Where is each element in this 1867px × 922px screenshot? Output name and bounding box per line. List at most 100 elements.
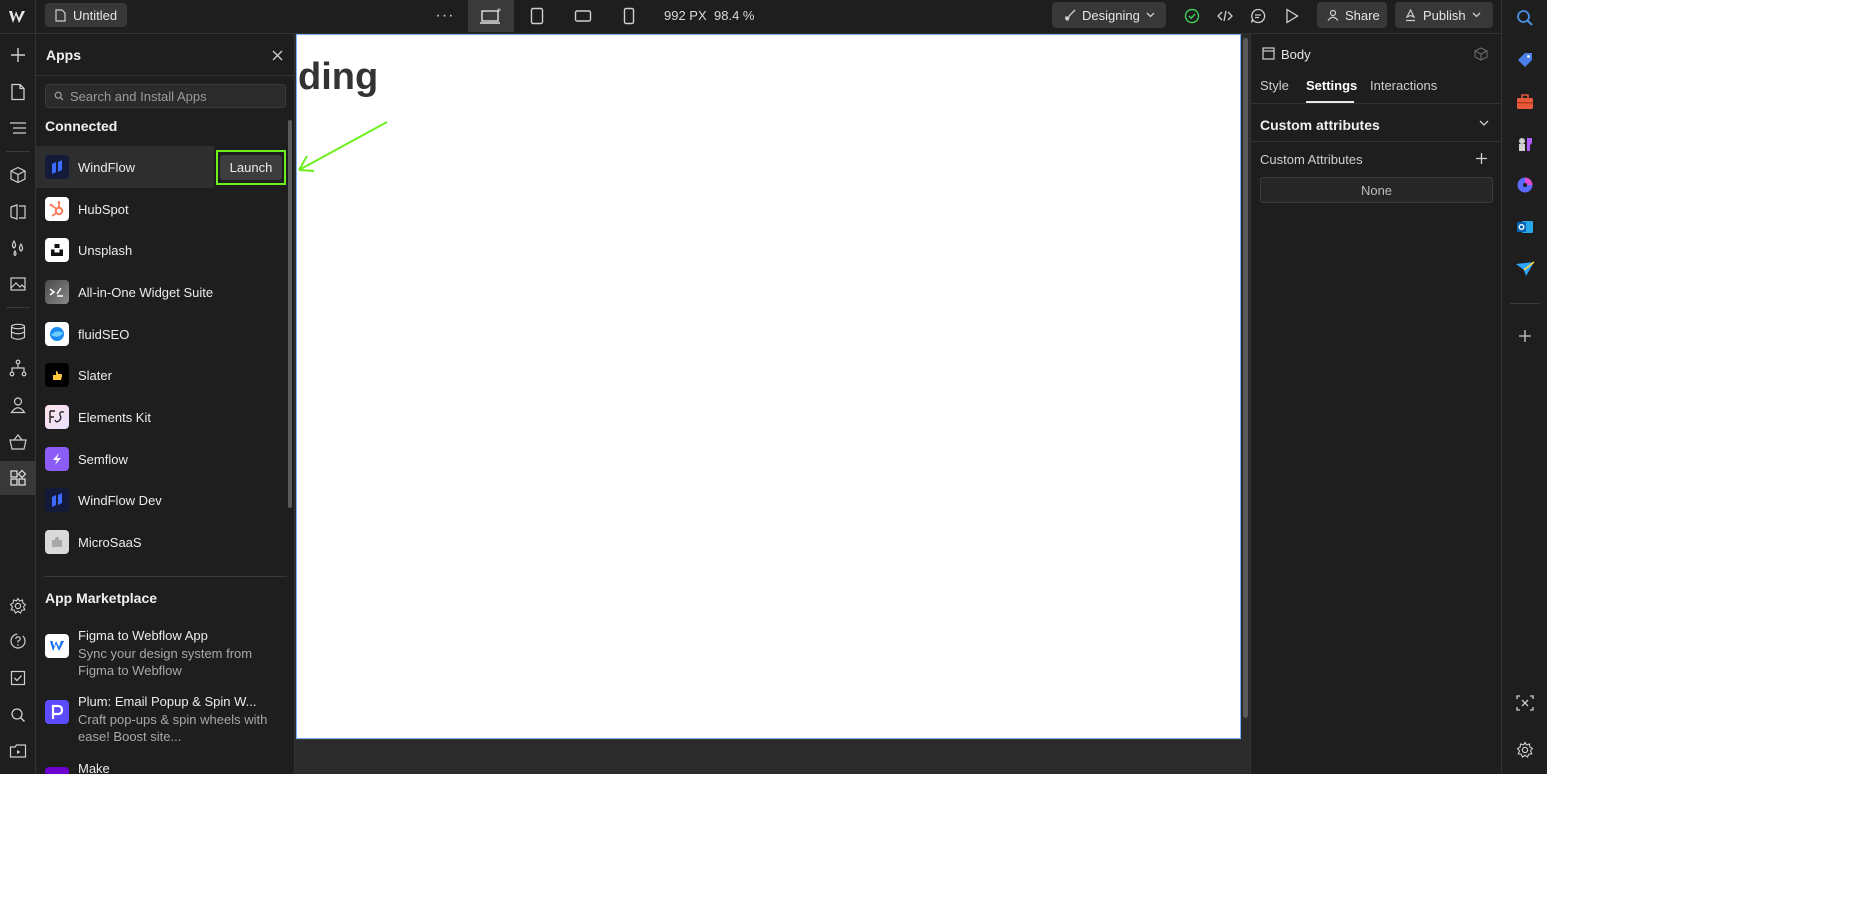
add-elements-icon[interactable]: [0, 38, 36, 72]
marketplace-item-make[interactable]: Make: [36, 761, 294, 774]
help-icon[interactable]: [0, 624, 36, 658]
publish-button[interactable]: Publish: [1395, 2, 1493, 28]
status-check-icon[interactable]: [1178, 3, 1206, 29]
component-cube-icon[interactable]: [1474, 47, 1488, 61]
breakpoint-phone-button[interactable]: [606, 0, 652, 32]
unsplash-logo-icon: [45, 238, 69, 262]
canvas-width-readout: 992 PX: [664, 8, 707, 23]
custom-attributes-section-title[interactable]: Custom attributes: [1260, 117, 1380, 133]
app-name: Unsplash: [78, 242, 133, 258]
mode-label: Designing: [1082, 7, 1140, 23]
app-name: WindFlow Dev: [78, 492, 162, 508]
chevron-down-icon[interactable]: [1479, 120, 1489, 127]
app-item-windflow[interactable]: WindFlow: [36, 146, 214, 188]
publish-label: Publish: [1423, 7, 1466, 23]
slater-logo-icon: [45, 363, 69, 387]
marketplace-app-name: Figma to Webflow App: [78, 628, 208, 643]
app-name: Elements Kit: [78, 409, 151, 425]
navigator-icon[interactable]: [0, 111, 36, 145]
app-name: All-in-One Widget Suite: [78, 284, 214, 300]
toolbox-extension-icon[interactable]: [1502, 85, 1548, 119]
marketplace-item-plum[interactable]: Plum: Email Popup & Spin W... Craft pop-…: [36, 694, 294, 754]
more-options-button[interactable]: ···: [432, 4, 458, 28]
variables-icon[interactable]: [0, 195, 36, 229]
search-apps-input[interactable]: [45, 84, 286, 108]
tab-style[interactable]: Style: [1260, 78, 1289, 93]
chess-extension-icon[interactable]: [1502, 127, 1548, 161]
assets-image-icon[interactable]: [0, 267, 36, 301]
screen-capture-icon[interactable]: [1502, 686, 1548, 720]
marketplace-app-description: Craft pop-ups & spin wheels with ease! B…: [78, 712, 268, 744]
tab-interactions[interactable]: Interactions: [1370, 78, 1437, 93]
tag-extension-icon[interactable]: [1502, 43, 1548, 77]
apps-panel-title: Apps: [46, 47, 81, 63]
share-button[interactable]: Share: [1317, 2, 1387, 28]
webflow-logo-icon[interactable]: [0, 0, 36, 34]
send-plane-extension-icon[interactable]: [1502, 252, 1548, 286]
canvas-bottom-bar: [296, 740, 1241, 774]
app-item-all-in-one-widget-suite[interactable]: All-in-One Widget Suite: [36, 271, 294, 313]
preview-play-icon[interactable]: [1278, 3, 1306, 29]
audit-checklist-icon[interactable]: [0, 661, 36, 695]
outlook-extension-icon[interactable]: [1502, 210, 1548, 244]
app-item-elements-kit[interactable]: Elements Kit: [36, 396, 294, 438]
body-element-icon: [1262, 47, 1275, 60]
logic-flow-icon[interactable]: [0, 351, 36, 385]
outer-background-bottom: [0, 774, 1547, 922]
page-icon: [55, 8, 66, 22]
styles-drops-icon[interactable]: [0, 231, 36, 265]
settings-gear-icon[interactable]: [1502, 733, 1548, 767]
canvas-body-element[interactable]: ding: [296, 34, 1241, 739]
rocket-icon: [1404, 8, 1417, 22]
app-item-windflow-dev[interactable]: WindFlow Dev: [36, 479, 294, 521]
app-item-microsaas[interactable]: MicroSaaS: [36, 521, 294, 563]
app-item-semflow[interactable]: Semflow: [36, 438, 294, 480]
video-tutorials-icon[interactable]: [0, 734, 36, 768]
pages-icon[interactable]: [0, 75, 36, 109]
apps-panel-scrollbar[interactable]: [288, 120, 292, 508]
designing-mode-button[interactable]: Designing: [1052, 2, 1166, 28]
components-icon[interactable]: [0, 158, 36, 192]
search-icon[interactable]: [1502, 1, 1548, 35]
copilot-extension-icon[interactable]: [1502, 168, 1548, 202]
tab-settings[interactable]: Settings: [1306, 78, 1357, 93]
app-item-fluidseo[interactable]: fluidSEO: [36, 313, 294, 355]
launch-windflow-button[interactable]: Launch: [220, 155, 282, 180]
hubspot-logo-icon: [45, 197, 69, 221]
page-selector-button[interactable]: Untitled: [45, 3, 127, 27]
outer-background-right: [1547, 0, 1867, 922]
app-item-unsplash[interactable]: Unsplash: [36, 229, 294, 271]
app-name: WindFlow: [78, 159, 136, 175]
windflow-logo-icon: [45, 155, 69, 179]
microsaas-logo-icon: [45, 530, 69, 554]
comment-icon[interactable]: [1244, 3, 1272, 29]
add-extension-icon[interactable]: [1502, 319, 1548, 353]
breakpoint-tablet-button[interactable]: [514, 0, 560, 32]
phone-landscape-icon: [574, 9, 592, 23]
app-name: Slater: [78, 367, 112, 383]
tablet-icon: [530, 7, 544, 25]
find-search-icon[interactable]: [0, 698, 36, 732]
code-icon[interactable]: [1211, 3, 1239, 29]
fluidseo-logo-icon: [45, 322, 69, 346]
apps-icon[interactable]: [0, 461, 36, 495]
annotation-arrow: [298, 121, 388, 172]
marketplace-item-figma-to-webflow[interactable]: Figma to Webflow App Sync your design sy…: [36, 628, 294, 688]
users-icon[interactable]: [0, 388, 36, 422]
canvas-scrollbar[interactable]: [1243, 38, 1248, 718]
app-item-slater[interactable]: Slater: [36, 354, 294, 396]
app-item-hubspot[interactable]: HubSpot: [36, 188, 294, 230]
add-attribute-plus-icon[interactable]: [1475, 152, 1488, 165]
cms-database-icon[interactable]: [0, 315, 36, 349]
breakpoint-desktop-button[interactable]: *: [468, 0, 514, 32]
design-canvas[interactable]: ding: [296, 34, 1250, 774]
marketplace-app-name: Make: [78, 761, 110, 774]
ecommerce-basket-icon[interactable]: [0, 425, 36, 459]
chevron-down-icon: [1472, 12, 1481, 18]
breakpoint-landscape-button[interactable]: [560, 0, 606, 32]
settings-gear-icon[interactable]: [0, 589, 36, 623]
close-icon[interactable]: [268, 46, 286, 64]
plum-logo-icon: [45, 700, 69, 724]
marketplace-app-description: Sync your design system from Figma to We…: [78, 646, 253, 678]
search-icon: [54, 91, 64, 101]
